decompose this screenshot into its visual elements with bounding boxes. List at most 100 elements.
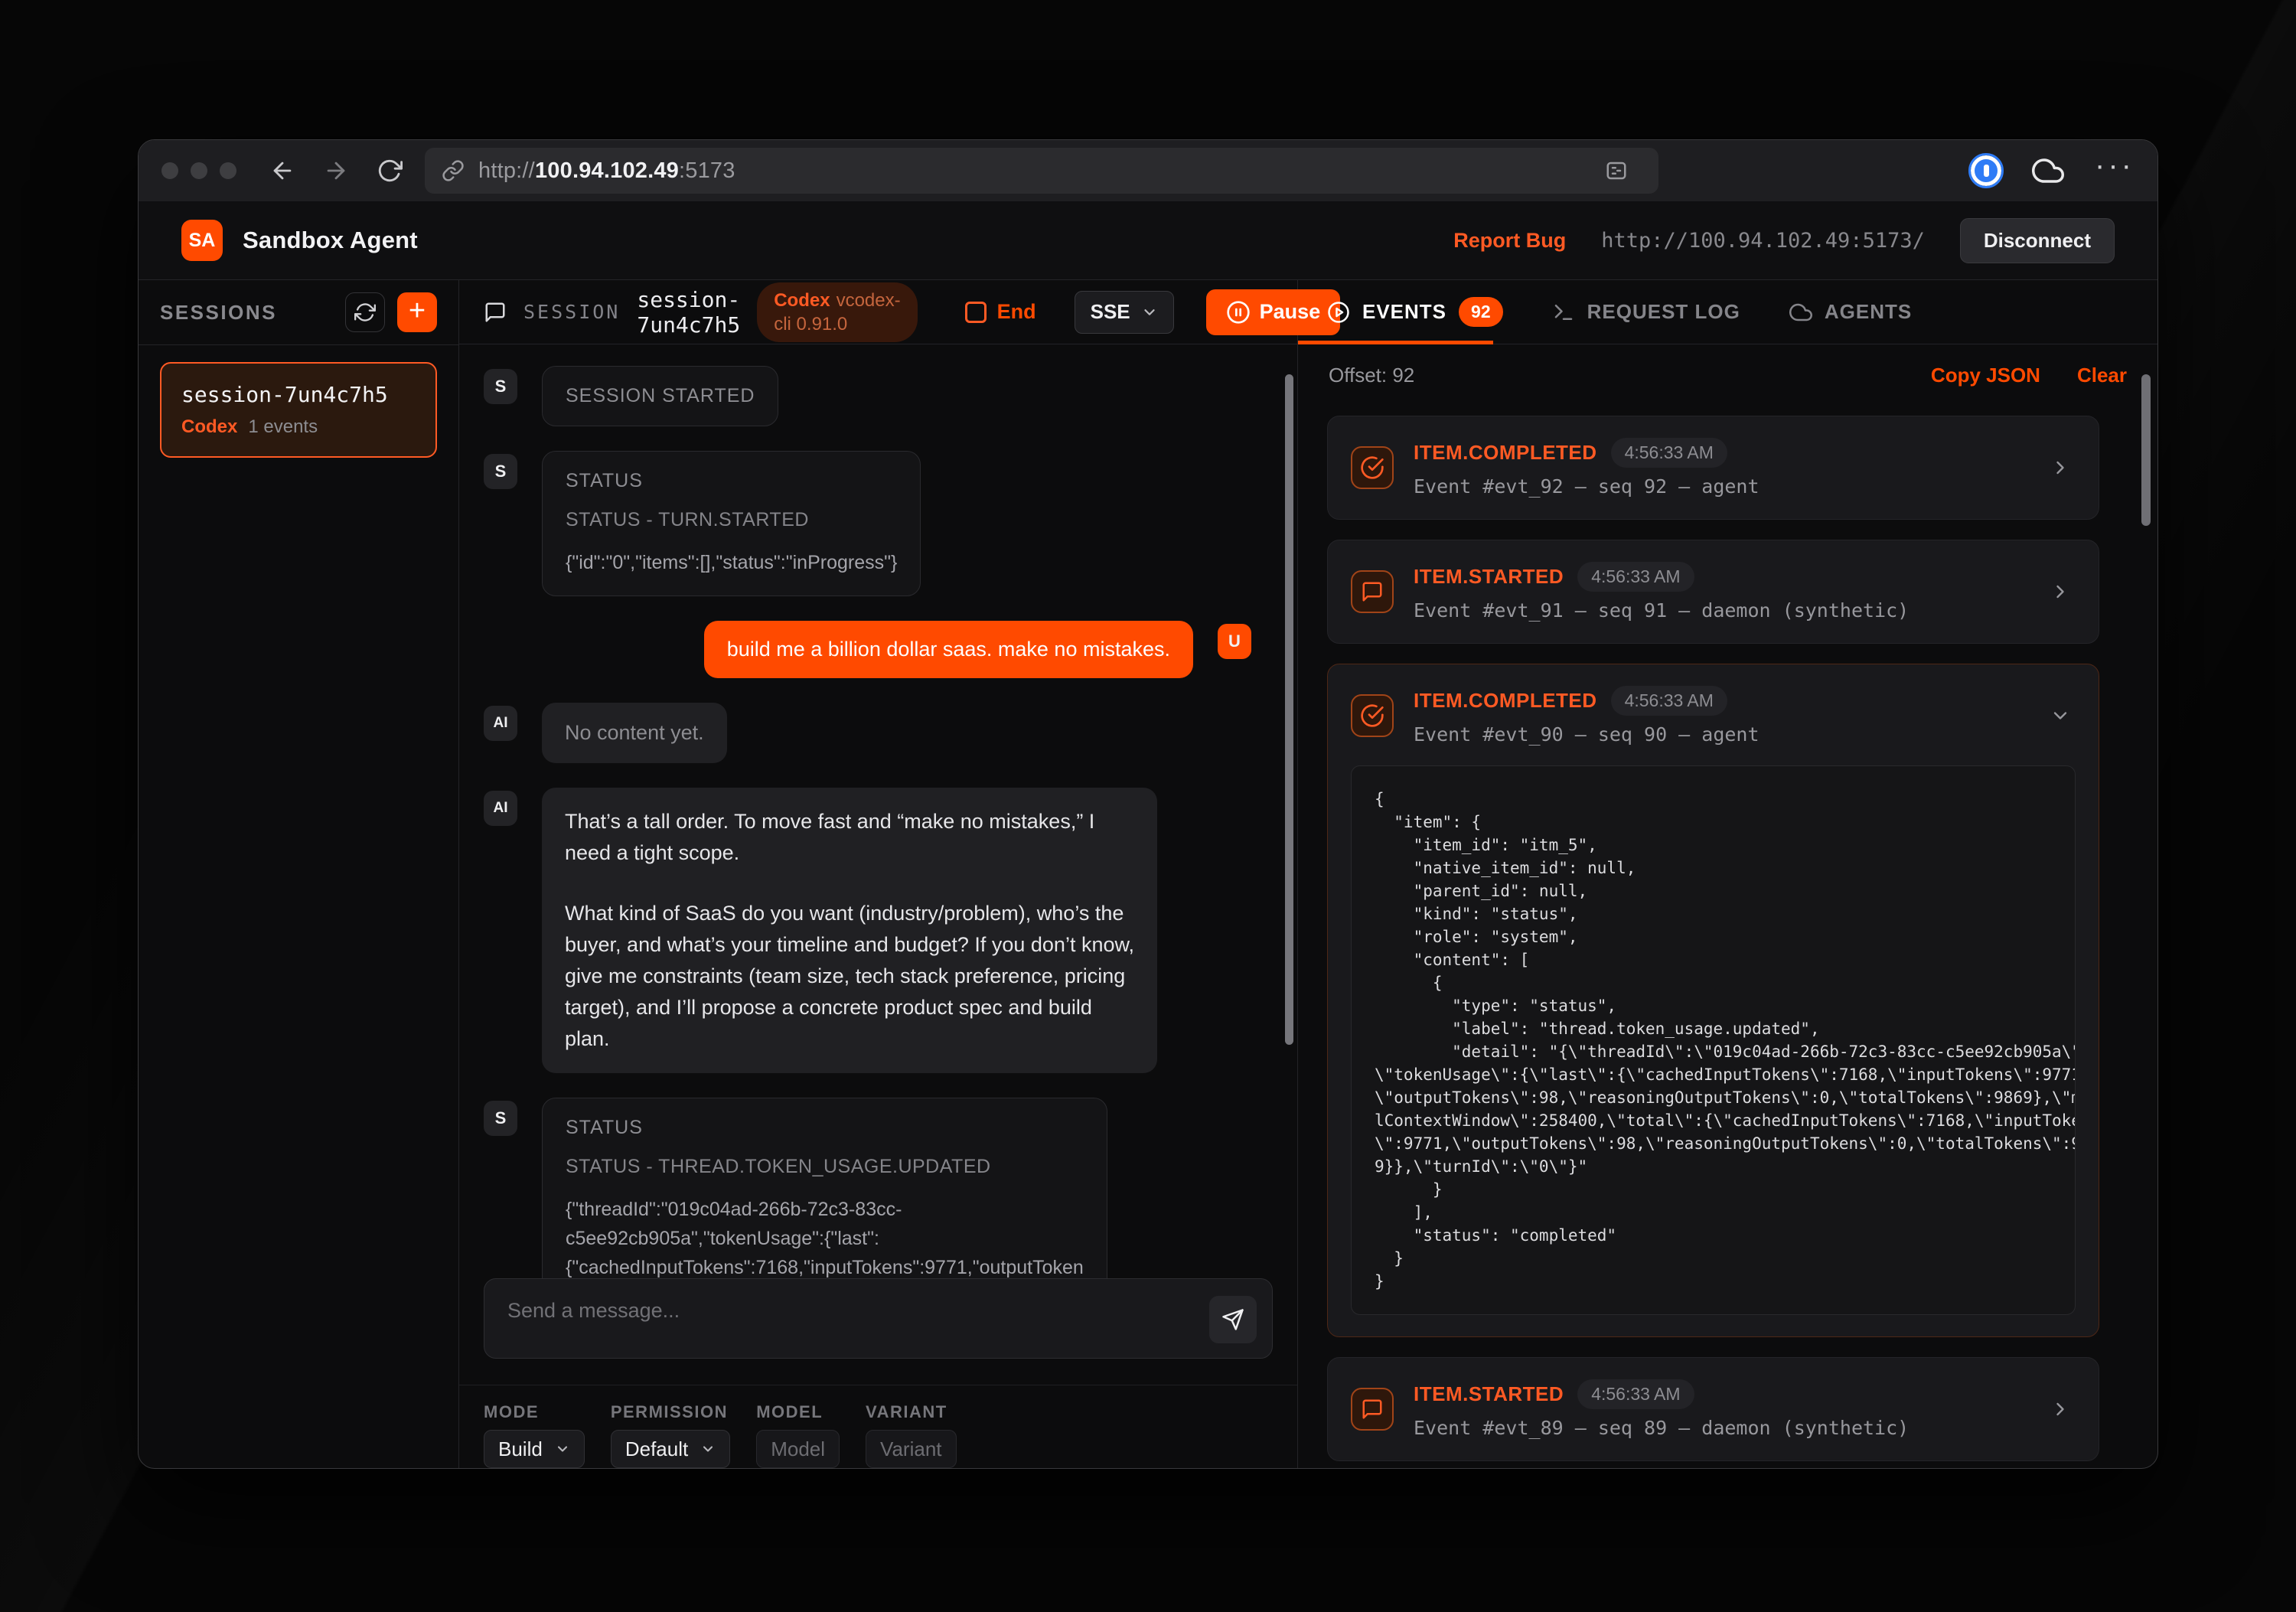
- copy-json-button[interactable]: Copy JSON: [1931, 364, 2040, 387]
- tab-agents[interactable]: AGENTS: [1789, 300, 1912, 324]
- event-meta: Event #evt_92 – seq 92 – agent: [1414, 475, 2030, 498]
- chevron-down-icon: [555, 1441, 570, 1457]
- forward-icon[interactable]: [318, 152, 354, 189]
- event-card[interactable]: ITEM.STARTED 4:56:33 AM Event #evt_89 – …: [1327, 1357, 2099, 1461]
- session-name: session-7un4c7h5: [181, 382, 416, 407]
- assistant-message: AI No content yet.: [484, 703, 1251, 763]
- chat-bubble-icon: [1351, 1388, 1394, 1431]
- cloud-icon: [1789, 301, 1812, 324]
- tab-events[interactable]: EVENTS 92: [1327, 297, 1503, 327]
- message-bubble: STATUS STATUS - THREAD.TOKEN_USAGE.UPDAT…: [542, 1098, 1107, 1278]
- system-avatar: S: [484, 1101, 517, 1136]
- session-meta: Codex1 events: [181, 416, 416, 438]
- chevron-right-icon: [2050, 581, 2071, 602]
- event-time: 4:56:33 AM: [1611, 438, 1727, 468]
- checkbox-icon: [965, 302, 987, 323]
- new-session-button[interactable]: +: [397, 292, 437, 332]
- event-type: ITEM.COMPLETED: [1414, 689, 1597, 713]
- end-checkbox[interactable]: End: [965, 300, 1036, 324]
- event-type: ITEM.STARTED: [1414, 1382, 1564, 1406]
- browser-toolbar: http://100.94.102.49:5173 ···: [139, 140, 2157, 201]
- system-message: S STATUS STATUS - TURN.STARTED {"id":"0"…: [484, 451, 1251, 596]
- session-header-name: session-7un4c7h5: [637, 287, 740, 338]
- mode-select[interactable]: Build: [484, 1430, 585, 1468]
- session-panel: SESSION session-7un4c7h5 Codexvcodex-cli…: [459, 280, 1298, 1468]
- refresh-icon: [354, 302, 376, 323]
- events-panel: EVENTS 92 REQUEST LOG AGENTS: [1298, 280, 2157, 1468]
- divider: [139, 344, 458, 345]
- zoom-window-button[interactable]: [220, 162, 236, 179]
- events-list: ITEM.COMPLETED 4:56:33 AM Event #evt_92 …: [1298, 406, 2157, 1468]
- message-bubble: That’s a tall order. To move fast and “m…: [542, 788, 1157, 1073]
- system-message: S SESSION STARTED: [484, 366, 1251, 426]
- session-list-item[interactable]: session-7un4c7h5 Codex1 events: [160, 362, 437, 458]
- event-time: 4:56:33 AM: [1577, 1379, 1694, 1409]
- panel-tabs: EVENTS 92 REQUEST LOG AGENTS: [1298, 280, 2157, 344]
- message-bubble: No content yet.: [542, 703, 727, 763]
- event-card[interactable]: ITEM.STARTED 4:56:33 AM Event #evt_91 – …: [1327, 540, 2099, 644]
- chevron-right-icon: [2050, 1398, 2071, 1420]
- link-icon: [442, 159, 465, 182]
- event-meta: Event #evt_91 – seq 91 – daemon (synthet…: [1414, 599, 2030, 622]
- chat-scrollbar[interactable]: [1285, 374, 1293, 1045]
- message-list: S SESSION STARTED S STATUS STATUS - TURN…: [459, 344, 1297, 1278]
- mode-label: MODE: [484, 1402, 585, 1422]
- system-avatar: S: [484, 454, 517, 489]
- events-scrollbar[interactable]: [2141, 374, 2151, 526]
- app-title: Sandbox Agent: [243, 227, 418, 254]
- refresh-sessions-button[interactable]: [345, 292, 385, 332]
- minimize-window-button[interactable]: [191, 162, 207, 179]
- chat-bubble-icon: [1351, 570, 1394, 613]
- offset-label: Offset: 92: [1329, 364, 1414, 387]
- message-bubble: build me a billion dollar saas. make no …: [704, 621, 1193, 678]
- session-label: SESSION: [523, 301, 620, 323]
- back-icon[interactable]: [264, 152, 301, 189]
- sessions-heading: SESSIONS: [160, 301, 277, 325]
- session-header: SESSION session-7un4c7h5 Codexvcodex-cli…: [459, 280, 1297, 344]
- active-tab-underline: [1298, 341, 1493, 344]
- send-button[interactable]: [1209, 1296, 1257, 1343]
- event-meta: Event #evt_90 – seq 90 – agent: [1414, 723, 2030, 746]
- user-message: build me a billion dollar saas. make no …: [484, 621, 1251, 678]
- send-icon: [1221, 1308, 1244, 1331]
- close-window-button[interactable]: [161, 162, 178, 179]
- model-input[interactable]: Model: [756, 1430, 840, 1468]
- agent-version-badge: Codexvcodex-cli 0.91.0: [757, 282, 917, 342]
- event-card-expanded[interactable]: ITEM.COMPLETED 4:56:33 AM Event #evt_90 …: [1327, 664, 2099, 1337]
- cloud-icon[interactable]: [2032, 155, 2064, 187]
- report-bug-link[interactable]: Report Bug: [1453, 229, 1566, 253]
- composer: MODE Build PERMISSION Default: [459, 1278, 1297, 1468]
- user-avatar: U: [1218, 624, 1251, 659]
- event-time: 4:56:33 AM: [1577, 562, 1694, 592]
- play-circle-icon: [1327, 301, 1350, 324]
- permission-select[interactable]: Default: [611, 1430, 730, 1468]
- reader-panel-icon[interactable]: [1605, 159, 1628, 182]
- reload-icon[interactable]: [371, 152, 408, 189]
- app-logo: SA: [181, 220, 223, 261]
- events-count-badge: 92: [1459, 297, 1503, 327]
- chevron-down-icon: [1141, 304, 1158, 321]
- check-circle-icon: [1351, 446, 1394, 489]
- assistant-avatar: AI: [484, 791, 517, 826]
- password-manager-icon[interactable]: [1971, 155, 2001, 186]
- model-label: MODEL: [756, 1402, 840, 1422]
- address-bar[interactable]: http://100.94.102.49:5173: [425, 148, 1658, 194]
- assistant-avatar: AI: [484, 706, 517, 741]
- variant-label: VARIANT: [866, 1402, 956, 1422]
- event-time: 4:56:33 AM: [1611, 686, 1727, 716]
- clear-button[interactable]: Clear: [2077, 364, 2127, 387]
- window-controls: [161, 162, 236, 179]
- event-card[interactable]: ITEM.COMPLETED 4:56:33 AM Event #evt_92 …: [1327, 416, 2099, 520]
- event-json: { "item": { "item_id": "itm_5", "native_…: [1351, 765, 2076, 1315]
- browser-menu-icon[interactable]: ···: [2095, 158, 2135, 184]
- variant-input[interactable]: Variant: [866, 1430, 956, 1468]
- end-label: End: [997, 300, 1036, 324]
- pause-circle-icon: [1226, 300, 1251, 325]
- event-meta: Event #evt_89 – seq 89 – daemon (synthet…: [1414, 1417, 2030, 1439]
- tab-request-log[interactable]: REQUEST LOG: [1552, 300, 1740, 324]
- disconnect-button[interactable]: Disconnect: [1960, 218, 2115, 263]
- message-input[interactable]: [484, 1279, 1272, 1358]
- transport-select[interactable]: SSE: [1075, 291, 1174, 334]
- sessions-sidebar: SESSIONS + session-7un4c7h5 Codex1 event…: [139, 280, 459, 1468]
- chevron-down-icon: [700, 1441, 716, 1457]
